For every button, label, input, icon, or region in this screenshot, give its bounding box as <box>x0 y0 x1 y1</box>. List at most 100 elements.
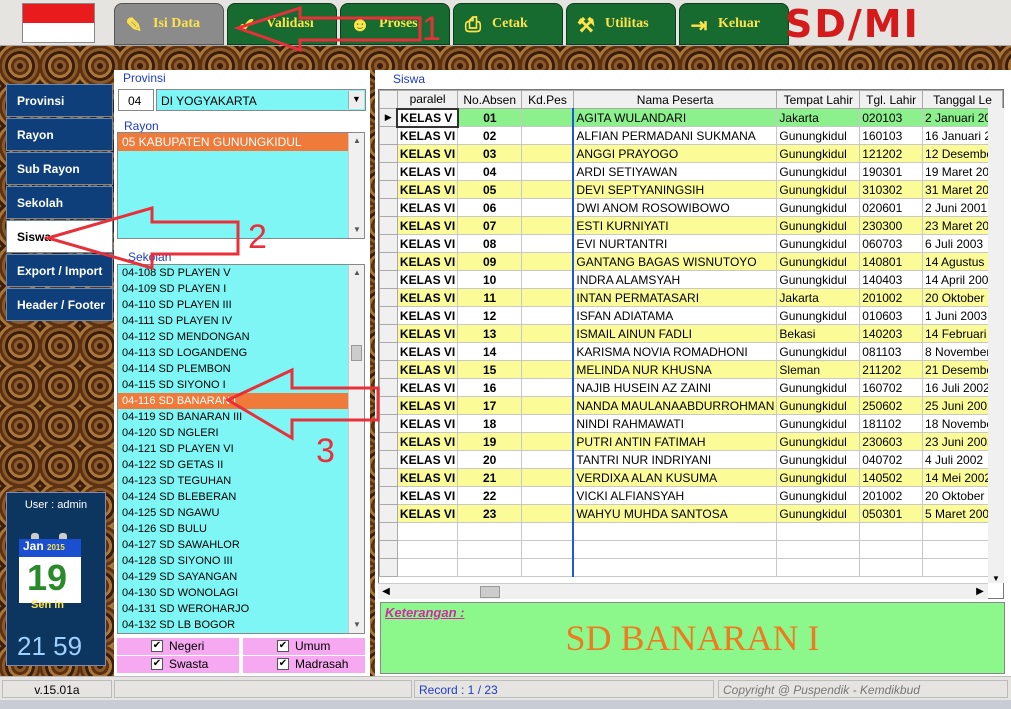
table-cell[interactable]: 140801 <box>859 252 924 271</box>
table-cell[interactable]: Gunungkidul <box>776 234 861 253</box>
table-cell[interactable]: 08 <box>457 234 523 253</box>
table-row[interactable]: ▶ KELAS V 01 AGITA WULANDARI Jakarta 020103 2 … <box>379 107 1003 128</box>
rayon-list-item-selected[interactable]: 05 KABUPATEN GUNUNGKIDUL <box>118 133 348 151</box>
table-cell[interactable]: KELAS VI <box>396 288 459 307</box>
checkbox-negeri[interactable]: ✔ Negeri <box>117 638 239 655</box>
sekolah-list-item[interactable]: 04-116 SD BANARAN I <box>118 393 348 409</box>
table-cell[interactable]: KELAS VI <box>396 414 459 433</box>
table-cell[interactable]: ANGGI PRAYOGO <box>572 144 778 163</box>
sekolah-list-item[interactable]: 04-124 SD BLEBERAN <box>118 489 348 505</box>
current-row-indicator-icon[interactable]: ▶ <box>379 108 398 127</box>
table-cell[interactable]: Gunungkidul <box>776 144 861 163</box>
table-cell[interactable]: KELAS VI <box>396 486 459 505</box>
table-cell[interactable]: KELAS VI <box>396 324 459 343</box>
table-cell[interactable]: 13 <box>457 324 523 343</box>
tab-validasi[interactable]: ✔ Validasi <box>227 3 337 45</box>
sekolah-list-item[interactable]: 04-127 SD SAWAHLOR <box>118 537 348 553</box>
table-cell[interactable] <box>521 504 574 523</box>
table-cell[interactable]: 230603 <box>859 432 924 451</box>
sekolah-list-item[interactable]: 04-119 SD BANARAN III <box>118 409 348 425</box>
table-cell[interactable]: VERDIXA ALAN KUSUMA <box>572 468 778 487</box>
table-cell[interactable]: Sleman <box>776 360 861 379</box>
table-cell[interactable]: Gunungkidul <box>776 198 861 217</box>
row-indicator[interactable] <box>379 432 398 451</box>
sekolah-scrollbar[interactable]: ▲ ▼ <box>348 265 364 633</box>
row-indicator[interactable] <box>379 342 398 361</box>
provinsi-select[interactable]: DI YOGYAKARTA ▼ <box>156 89 366 111</box>
table-cell[interactable] <box>521 144 574 163</box>
table-cell[interactable] <box>521 216 574 235</box>
sekolah-list-item[interactable]: 04-113 SD LOGANDENG <box>118 345 348 361</box>
table-cell[interactable] <box>521 450 574 469</box>
table-cell[interactable]: 010603 <box>859 306 924 325</box>
table-cell[interactable]: ISFAN ADIATAMA <box>572 306 778 325</box>
table-cell[interactable]: KARISMA NOVIA ROMADHONI <box>572 342 778 361</box>
table-cell[interactable]: Gunungkidul <box>776 342 861 361</box>
table-cell[interactable]: KELAS VI <box>396 144 459 163</box>
sekolah-list-item[interactable]: 04-121 SD PLAYEN VI <box>118 441 348 457</box>
scroll-up-icon[interactable]: ▲ <box>349 133 365 149</box>
table-row[interactable]: KELAS VI 02 ALFIAN PERMADANI SUKMANA Gunung… <box>379 126 1003 145</box>
row-indicator[interactable] <box>379 234 398 253</box>
table-cell[interactable]: 140502 <box>859 468 924 487</box>
table-cell[interactable]: 310302 <box>859 180 924 199</box>
table-cell[interactable]: 11 <box>457 288 523 307</box>
table-cell[interactable]: 20 <box>457 450 523 469</box>
table-cell[interactable]: 09 <box>457 252 523 271</box>
sidebar-item-rayon[interactable]: Rayon <box>6 118 113 151</box>
table-row[interactable]: KELAS VI 21 VERDIXA ALAN KUSUMA Gunungkidul… <box>379 468 1003 487</box>
table-cell[interactable] <box>521 234 574 253</box>
checkbox-umum[interactable]: ✔ Umum <box>243 638 365 655</box>
scroll-down-icon[interactable]: ▼ <box>988 574 1004 583</box>
table-cell[interactable]: 211202 <box>859 360 924 379</box>
row-indicator[interactable] <box>379 468 398 487</box>
provinsi-code-field[interactable]: 04 <box>118 89 154 111</box>
tab-utilitas[interactable]: ⚒ Utilitas <box>566 3 676 45</box>
table-cell[interactable]: KELAS VI <box>396 162 459 181</box>
column-header[interactable]: No.Absen <box>457 90 523 109</box>
table-cell[interactable]: 060703 <box>859 234 924 253</box>
checkbox-madrasah[interactable]: ✔ Madrasah <box>243 656 365 673</box>
table-cell[interactable]: 06 <box>457 198 523 217</box>
table-cell[interactable] <box>521 270 574 289</box>
row-indicator[interactable] <box>379 126 398 145</box>
table-cell[interactable]: 21 <box>457 468 523 487</box>
table-cell[interactable] <box>521 378 574 397</box>
table-cell[interactable]: 020103 <box>859 108 924 127</box>
table-cell[interactable] <box>521 324 574 343</box>
table-cell[interactable]: KELAS VI <box>396 216 459 235</box>
table-cell[interactable]: GANTANG BAGAS WISNUTOYO <box>572 252 778 271</box>
table-cell[interactable] <box>521 180 574 199</box>
table-cell[interactable]: Gunungkidul <box>776 306 861 325</box>
sidebar-item-sekolah[interactable]: Sekolah <box>6 186 113 219</box>
table-cell[interactable]: AGITA WULANDARI <box>572 108 778 127</box>
column-header[interactable]: Kd.Pes <box>521 90 574 109</box>
table-row[interactable]: KELAS VI 10 INDRA ALAMSYAH Gunungkidul 14040… <box>379 270 1003 289</box>
table-row[interactable]: KELAS VI 04 ARDI SETIYAWAN Gunungkidul 19030… <box>379 162 1003 181</box>
chevron-down-icon[interactable]: ▼ <box>348 91 364 109</box>
checkbox-swasta[interactable]: ✔ Swasta <box>117 656 239 673</box>
table-cell[interactable]: 04 <box>457 162 523 181</box>
table-cell[interactable]: 10 <box>457 270 523 289</box>
table-cell[interactable]: KELAS VI <box>396 198 459 217</box>
row-indicator[interactable] <box>379 252 398 271</box>
sekolah-list-item[interactable]: 04-131 SD WEROHARJO <box>118 601 348 617</box>
table-cell[interactable] <box>521 108 574 127</box>
sekolah-list-item[interactable]: 04-111 SD PLAYEN IV <box>118 313 348 329</box>
sekolah-list-item[interactable]: 04-123 SD TEGUHAN <box>118 473 348 489</box>
table-cell[interactable] <box>521 342 574 361</box>
column-header[interactable]: Nama Peserta <box>572 90 778 109</box>
table-cell[interactable] <box>521 252 574 271</box>
row-indicator[interactable] <box>379 198 398 217</box>
row-indicator[interactable] <box>379 504 398 523</box>
table-cell[interactable]: 22 <box>457 486 523 505</box>
sekolah-list-item[interactable]: 04-114 SD PLEMBON <box>118 361 348 377</box>
table-cell[interactable]: ESTI KURNIYATI <box>572 216 778 235</box>
table-cell[interactable]: 020601 <box>859 198 924 217</box>
table-cell[interactable]: Gunungkidul <box>776 396 861 415</box>
table-cell[interactable]: Gunungkidul <box>776 486 861 505</box>
table-cell[interactable]: INTAN PERMATASARI <box>572 288 778 307</box>
table-row[interactable]: KELAS VI 20 TANTRI NUR INDRIYANI Gunungkidu… <box>379 450 1003 469</box>
table-cell[interactable]: 12 <box>457 306 523 325</box>
siswa-grid[interactable]: paralel No.Absen Kd.Pes Nama Peserta Tempat … <box>378 89 1004 599</box>
